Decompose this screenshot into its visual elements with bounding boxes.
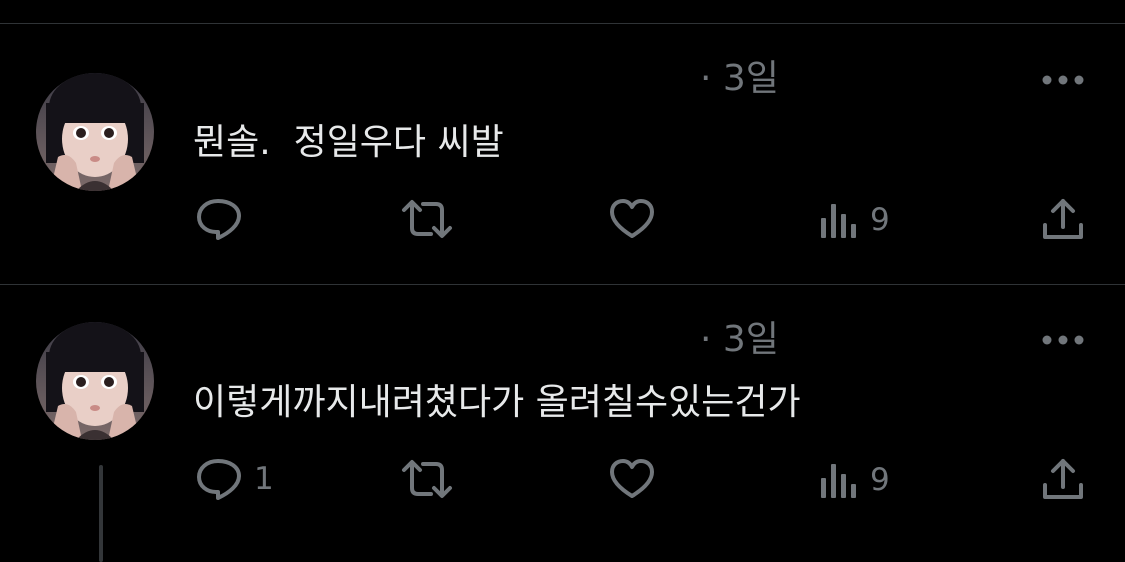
views-icon bbox=[818, 200, 858, 240]
views-button[interactable]: 9 bbox=[818, 460, 890, 500]
tweet-time[interactable]: · 3일 bbox=[700, 61, 779, 97]
share-button[interactable] bbox=[1041, 457, 1085, 501]
reply-icon bbox=[196, 458, 242, 500]
views-icon bbox=[818, 460, 858, 500]
tweet[interactable]: · 3일 이렇게까지내려쳤다가 올려칠수있는건가 1 9 bbox=[0, 285, 1125, 562]
tweet-text: 이렇게까지내려쳤다가 올려칠수있는건가 bbox=[193, 382, 801, 423]
views-button[interactable]: 9 bbox=[818, 200, 890, 240]
reply-count: 1 bbox=[254, 460, 274, 497]
like-icon bbox=[609, 198, 655, 240]
retweet-button[interactable] bbox=[401, 458, 453, 500]
more-icon[interactable] bbox=[1040, 330, 1086, 350]
view-count: 9 bbox=[870, 461, 890, 498]
like-button[interactable] bbox=[609, 198, 655, 240]
share-icon bbox=[1041, 457, 1085, 501]
tweet-text: 뭔솔. 정일우다 씨발 bbox=[193, 122, 504, 163]
avatar[interactable] bbox=[36, 73, 154, 191]
more-icon[interactable] bbox=[1040, 70, 1086, 90]
share-icon bbox=[1041, 197, 1085, 241]
reply-icon bbox=[196, 198, 242, 240]
retweet-icon bbox=[401, 198, 453, 240]
share-button[interactable] bbox=[1041, 197, 1085, 241]
tweet[interactable]: · 3일 뭔솔. 정일우다 씨발 9 bbox=[0, 0, 1125, 284]
retweet-icon bbox=[401, 458, 453, 500]
tweet-time[interactable]: · 3일 bbox=[700, 322, 779, 358]
reply-button[interactable] bbox=[196, 198, 254, 240]
reply-button[interactable]: 1 bbox=[196, 458, 274, 500]
avatar[interactable] bbox=[36, 322, 154, 440]
like-icon bbox=[609, 458, 655, 500]
like-button[interactable] bbox=[609, 458, 655, 500]
thread-line bbox=[99, 465, 103, 562]
view-count: 9 bbox=[870, 201, 890, 238]
retweet-button[interactable] bbox=[401, 198, 453, 240]
